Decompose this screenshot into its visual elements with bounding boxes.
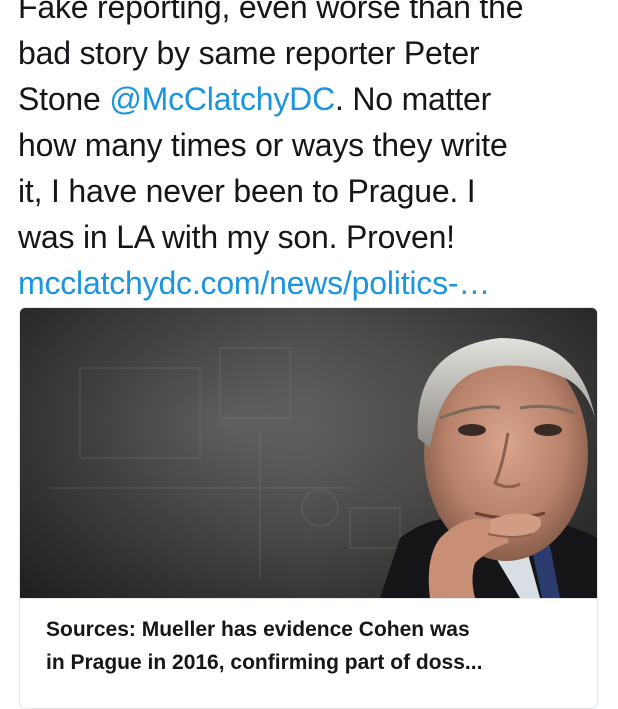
tweet-text-line-5: it, I have never been to Prague. I — [18, 173, 476, 209]
mention-link[interactable]: @McClatchyDC — [109, 81, 335, 117]
tweet-text-fragment: Stone — [18, 81, 110, 117]
card-title: Sources: Mueller has evidence Cohen was … — [46, 613, 576, 679]
tweet-text-line-3: Stone @McClatchyDC. No matter — [18, 76, 608, 122]
card-title-line-1: Sources: Mueller has evidence Cohen was — [46, 618, 470, 641]
article-url-link[interactable]: mcclatchydc.com/news/politics-… — [18, 260, 608, 306]
card-title-line-2: in Prague in 2016, confirming part of do… — [46, 651, 483, 674]
tweet-text: Fake reporting, even worse than the bad … — [18, 0, 608, 306]
tweet-text-line-1: Fake reporting, even worse than the — [18, 0, 524, 25]
mueller-photo — [20, 308, 597, 598]
link-preview-card[interactable]: Sources: Mueller has evidence Cohen was … — [19, 307, 598, 709]
tweet-text-line-4: how many times or ways they write — [18, 127, 508, 163]
tweet-text-line-6: was in LA with my son. Proven! — [18, 219, 455, 255]
tweet-text-fragment: . No matter — [335, 81, 492, 117]
card-body[interactable]: Sources: Mueller has evidence Cohen was … — [20, 598, 597, 708]
card-image[interactable] — [20, 308, 597, 598]
tweet-text-line-2: bad story by same reporter Peter — [18, 35, 480, 71]
